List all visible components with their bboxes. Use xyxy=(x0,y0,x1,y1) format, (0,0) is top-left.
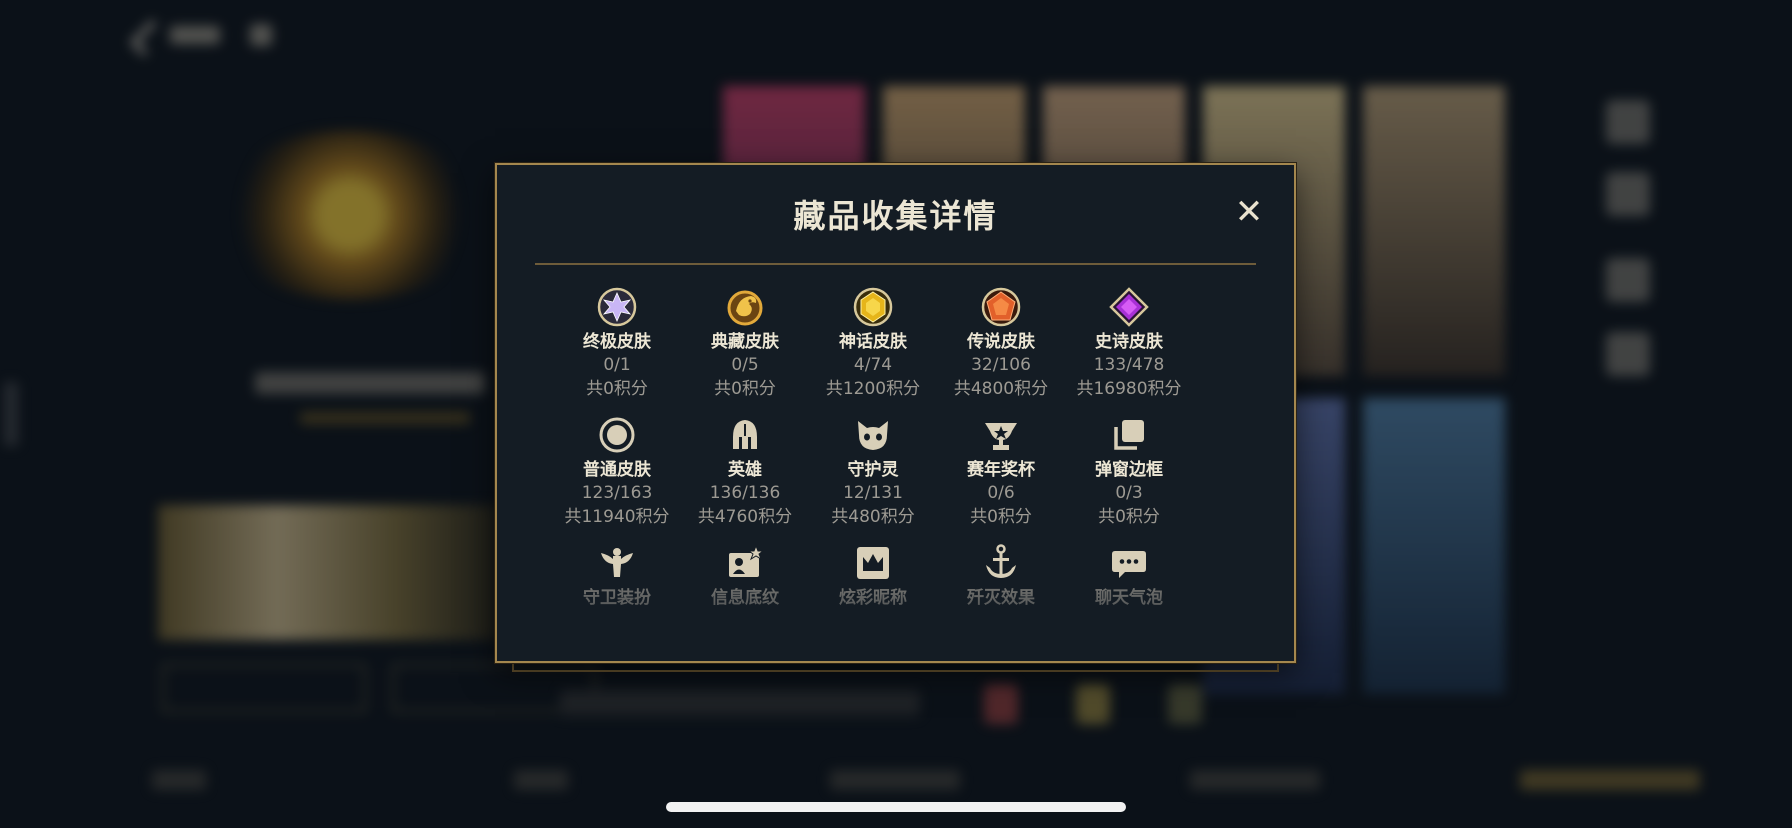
ward-icon xyxy=(597,543,637,583)
item-count: 0/1 xyxy=(603,355,631,375)
collection-item-chat-bubble[interactable]: 聊天气泡 xyxy=(1064,543,1194,609)
helmet-icon xyxy=(725,415,765,455)
collection-emblem xyxy=(215,130,485,300)
footer-tab-2 xyxy=(514,770,568,790)
item-points: 共480积分 xyxy=(831,507,915,527)
side-nav-icon xyxy=(1606,100,1650,144)
collection-item-normal-skin[interactable]: 普通皮肤 123/163 共11940积分 xyxy=(552,415,682,529)
item-points: 共16980积分 xyxy=(1076,379,1182,399)
back-button[interactable] xyxy=(129,18,230,57)
item-name: 赛年奖杯 xyxy=(967,460,1035,480)
item-count: 32/106 xyxy=(971,355,1031,375)
collection-level-text xyxy=(255,372,485,394)
collection-item-colorful-nickname[interactable]: 炫彩昵称 xyxy=(808,543,938,609)
collection-item-prestige[interactable]: 典藏皮肤 0/5 共0积分 xyxy=(680,287,810,401)
close-button[interactable]: ✕ xyxy=(1232,195,1266,229)
collection-item-popup-frame[interactable]: 弹窗边框 0/3 共0积分 xyxy=(1064,415,1194,529)
item-points: 共0积分 xyxy=(970,507,1032,527)
dragon-emblem-icon xyxy=(725,287,765,327)
footer-action-button xyxy=(1520,770,1700,790)
side-id-text xyxy=(4,382,18,446)
collection-item-ultimate[interactable]: 终极皮肤 0/1 共0积分 xyxy=(552,287,682,401)
item-points: 共0积分 xyxy=(586,379,648,399)
guardian-icon xyxy=(853,415,893,455)
item-name: 守卫装扮 xyxy=(583,588,651,608)
item-count: 136/136 xyxy=(709,483,781,503)
item-count: 0/3 xyxy=(1115,483,1143,503)
item-name: 守护灵 xyxy=(847,460,899,480)
item-name: 传说皮肤 xyxy=(967,332,1035,352)
collection-sub-text xyxy=(300,412,470,424)
collection-item-heroes[interactable]: 英雄 136/136 共4760积分 xyxy=(680,415,810,529)
footer-tab-4 xyxy=(1190,770,1320,790)
item-name: 终极皮肤 xyxy=(583,332,651,352)
item-count: 4/74 xyxy=(853,355,893,375)
item-name: 歼灭效果 xyxy=(967,588,1035,608)
side-nav-icon xyxy=(1606,172,1650,216)
menu-icon[interactable] xyxy=(250,24,272,46)
item-points: 共4800积分 xyxy=(953,379,1049,399)
item-name: 弹窗边框 xyxy=(1095,460,1163,480)
title-divider xyxy=(535,263,1256,265)
profile-card-icon xyxy=(725,543,765,583)
background-strip-text xyxy=(560,690,920,716)
item-name: 普通皮肤 xyxy=(583,460,651,480)
collection-item-guardian[interactable]: 守护灵 12/131 共480积分 xyxy=(808,415,938,529)
side-nav-icon xyxy=(1606,258,1650,302)
ultimate-gem-icon xyxy=(597,287,637,327)
mythic-gem-icon xyxy=(853,287,893,327)
chat-bubble-icon xyxy=(1109,543,1149,583)
collection-details-modal: 藏品收集详情 ✕ 终极皮肤 0/1 共0积分 典藏皮肤 0/5 共0积分 神话皮… xyxy=(495,163,1296,663)
collection-item-legendary[interactable]: 传说皮肤 32/106 共4800积分 xyxy=(936,287,1066,401)
item-count: 133/478 xyxy=(1093,355,1165,375)
modal-shadow-frame xyxy=(512,662,1279,672)
item-count: 12/131 xyxy=(843,483,903,503)
item-name: 聊天气泡 xyxy=(1095,588,1163,608)
featured-banner xyxy=(158,505,498,640)
background-button-1 xyxy=(162,664,366,712)
skin-card xyxy=(1363,86,1505,376)
item-count: 0/6 xyxy=(987,483,1015,503)
collection-item-mythic[interactable]: 神话皮肤 4/74 共1200积分 xyxy=(808,287,938,401)
collection-item-ward-skin[interactable]: 守卫装扮 xyxy=(552,543,682,609)
collection-item-trophy[interactable]: 赛年奖杯 0/6 共0积分 xyxy=(936,415,1066,529)
item-name: 炫彩昵称 xyxy=(839,588,907,608)
background-badge-icon xyxy=(1076,684,1110,724)
chevron-left-icon xyxy=(129,19,167,57)
footer-tab-3 xyxy=(830,770,960,790)
background-badge-icon xyxy=(984,684,1018,724)
side-nav-icon xyxy=(1606,332,1650,376)
background-badge-icon xyxy=(1168,684,1202,724)
item-points: 共1200积分 xyxy=(825,379,921,399)
frame-icon xyxy=(1109,415,1149,455)
modal-title: 藏品收集详情 xyxy=(793,197,998,235)
item-points: 共0积分 xyxy=(714,379,776,399)
footer-tab-1 xyxy=(152,770,206,790)
item-count: 0/5 xyxy=(731,355,759,375)
item-points: 共11940积分 xyxy=(564,507,670,527)
collection-item-info-pattern[interactable]: 信息底纹 xyxy=(680,543,810,609)
item-name: 信息底纹 xyxy=(711,588,779,608)
anchor-icon xyxy=(981,543,1021,583)
circle-icon xyxy=(597,415,637,455)
trophy-icon xyxy=(981,415,1021,455)
epic-gem-icon xyxy=(1109,287,1149,327)
crown-nameplate-icon xyxy=(853,543,893,583)
collection-item-epic[interactable]: 史诗皮肤 133/478 共16980积分 xyxy=(1064,287,1194,401)
item-name: 史诗皮肤 xyxy=(1095,332,1163,352)
item-count: 123/163 xyxy=(581,483,653,503)
item-points: 共4760积分 xyxy=(697,507,793,527)
home-indicator[interactable] xyxy=(666,802,1126,812)
back-label xyxy=(170,26,220,44)
item-name: 英雄 xyxy=(728,460,762,480)
item-name: 典藏皮肤 xyxy=(711,332,779,352)
item-name: 神话皮肤 xyxy=(839,332,907,352)
skin-card xyxy=(1363,398,1505,694)
item-points: 共0积分 xyxy=(1098,507,1160,527)
legendary-gem-icon xyxy=(981,287,1021,327)
collection-item-annihilation-effect[interactable]: 歼灭效果 xyxy=(936,543,1066,609)
